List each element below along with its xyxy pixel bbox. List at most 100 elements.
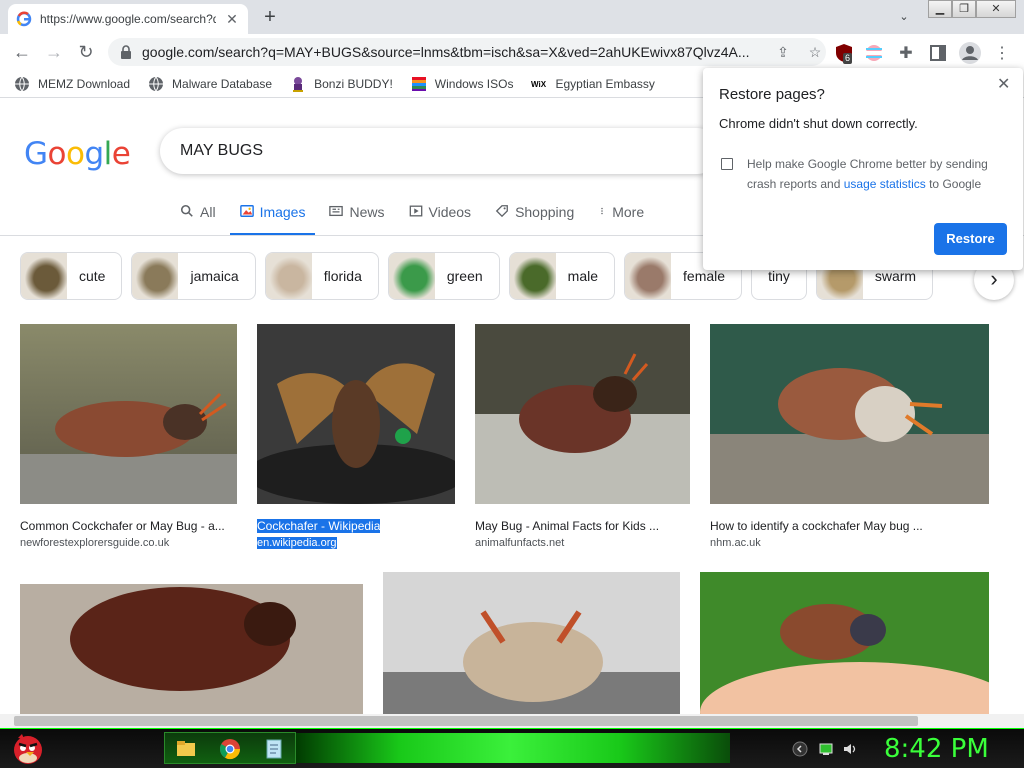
search-type-tabs: All Images News Videos Shopping More — [180, 196, 644, 236]
bonzi-icon — [290, 76, 306, 92]
file-explorer-taskbar-icon[interactable] — [172, 736, 200, 762]
chrome-taskbar-icon[interactable] — [216, 736, 244, 762]
chip-label: green — [446, 268, 483, 284]
logo-letter: G — [24, 136, 48, 172]
play-icon — [409, 204, 423, 221]
result-thumbnail[interactable] — [20, 584, 363, 714]
tab-label: News — [349, 204, 385, 220]
bookmark-item[interactable]: Malware Database — [148, 76, 272, 92]
bookmark-item[interactable]: WiX Egyptian Embassy — [531, 76, 654, 92]
network-tray-icon[interactable] — [818, 741, 834, 757]
dialog-close-icon[interactable]: ✕ — [997, 74, 1010, 94]
image-result[interactable]: Common Cockchafer or May Bug - a... newf… — [20, 324, 237, 549]
result-source[interactable]: newforestexplorersguide.co.uk — [20, 537, 237, 549]
new-tab-button[interactable]: + — [258, 6, 282, 30]
chip-thumbnail — [265, 253, 312, 299]
windows-flag-icon — [411, 76, 427, 92]
flag-extension-icon[interactable] — [864, 43, 884, 63]
chip-florida[interactable]: florida — [264, 252, 379, 300]
wix-icon: WiX — [531, 76, 547, 92]
result-source[interactable]: en.wikipedia.org — [257, 537, 455, 549]
chip-label: cute — [79, 268, 106, 284]
back-button[interactable]: ← — [10, 40, 34, 64]
minimize-button[interactable]: ▁ — [928, 0, 952, 18]
image-result[interactable]: How to identify a cockchafer May bug ...… — [710, 324, 989, 549]
tab-label: Images — [259, 204, 306, 220]
result-title[interactable]: Cockchafer - Wikipedia — [257, 519, 455, 533]
result-source[interactable]: animalfunfacts.net — [475, 537, 690, 549]
forward-button[interactable]: → — [42, 40, 66, 64]
tab-label: More — [612, 204, 645, 220]
bookmark-item[interactable]: Windows ISOs — [411, 76, 513, 92]
ublock-extension-icon[interactable]: 6 — [834, 43, 854, 64]
taskbar-clock[interactable]: 8:42 PM — [884, 734, 989, 764]
restore-button[interactable]: Restore — [934, 223, 1007, 255]
chip-green[interactable]: green — [387, 252, 500, 300]
tab-search-button[interactable]: ⌄ — [894, 8, 914, 26]
chrome-menu-kebab-icon[interactable]: ⋮ — [992, 43, 1012, 63]
image-result[interactable] — [700, 572, 1020, 762]
volume-tray-icon[interactable] — [842, 741, 858, 757]
share-icon[interactable]: ⇪ — [772, 44, 794, 61]
bookmark-label: Malware Database — [172, 76, 273, 91]
tab-shopping[interactable]: Shopping — [495, 196, 574, 236]
taskbar-glow — [290, 733, 730, 763]
result-thumbnail[interactable] — [246, 324, 466, 504]
start-button[interactable] — [6, 730, 46, 766]
google-logo[interactable]: Google — [24, 136, 131, 172]
image-result[interactable] — [20, 584, 363, 719]
tab-news[interactable]: News — [329, 196, 385, 236]
chip-label: florida — [323, 268, 362, 284]
image-result[interactable]: Cockchafer - Wikipedia en.wikipedia.org — [246, 324, 466, 549]
result-thumbnail[interactable] — [710, 324, 989, 504]
tab-label: Videos — [428, 204, 472, 220]
close-window-button[interactable]: ✕ — [976, 0, 1016, 18]
image-result[interactable] — [383, 572, 680, 719]
chip-jamaica[interactable]: jamaica — [131, 252, 256, 300]
tab-images[interactable]: Images — [229, 196, 316, 236]
restore-pages-dialog: Restore pages? Chrome didn't shut down c… — [703, 68, 1023, 270]
result-thumbnail[interactable] — [383, 572, 680, 714]
chip-cute[interactable]: cute — [20, 252, 123, 300]
tab-videos[interactable]: Videos — [409, 196, 472, 236]
tab-close-icon[interactable]: ✕ — [224, 11, 240, 28]
lock-icon — [121, 45, 131, 59]
bookmark-item[interactable]: MEMZ Download — [14, 76, 130, 92]
svg-text:WiX: WiX — [531, 80, 547, 89]
extensions-puzzle-icon[interactable]: ✚ — [896, 43, 916, 63]
url-text: google.com/search?q=MAY+BUGS&source=lnms… — [142, 44, 750, 60]
result-title[interactable]: Common Cockchafer or May Bug - a... — [20, 519, 237, 533]
profile-avatar-icon[interactable] — [958, 41, 982, 65]
result-title[interactable]: How to identify a cockchafer May bug ... — [710, 519, 989, 533]
search-input[interactable]: MAY BUGS — [160, 128, 720, 174]
result-source[interactable]: nhm.ac.uk — [710, 537, 989, 549]
logo-letter: o — [66, 136, 85, 172]
crash-report-checkbox[interactable] — [721, 158, 733, 170]
bookmark-item[interactable]: Bonzi BUDDY! — [290, 76, 393, 92]
scrollbar-thumb[interactable] — [14, 716, 918, 726]
bookmark-star-icon[interactable]: ☆ — [804, 44, 826, 61]
logo-letter: o — [47, 136, 67, 172]
result-thumbnail[interactable] — [20, 324, 237, 504]
restore-window-button[interactable]: ❐ — [952, 0, 976, 18]
notepad-taskbar-icon[interactable] — [260, 736, 288, 762]
side-panel-icon[interactable] — [928, 43, 948, 63]
globe-icon — [148, 76, 164, 92]
result-thumbnail[interactable] — [475, 324, 690, 504]
chip-label: tiny — [768, 268, 790, 284]
tab-all[interactable]: All — [180, 196, 216, 236]
tab-more[interactable]: More — [598, 196, 644, 236]
usage-statistics-link[interactable]: usage statistics — [844, 177, 926, 191]
chip-label: female — [683, 268, 726, 284]
reload-button[interactable]: ↻ — [74, 40, 98, 64]
chip-male[interactable]: male — [508, 252, 616, 300]
browser-tab[interactable]: https://www.google.com/search?q=MAY+BUGS… — [8, 4, 248, 34]
search-query-text: MAY BUGS — [180, 142, 263, 159]
address-bar[interactable]: google.com/search?q=MAY+BUGS&source=lnms… — [108, 38, 826, 66]
result-title[interactable]: May Bug - Animal Facts for Kids ... — [475, 519, 690, 533]
image-result[interactable]: May Bug - Animal Facts for Kids ... anim… — [475, 324, 690, 549]
logo-letter: e — [111, 136, 131, 172]
tray-chevron-icon[interactable] — [792, 741, 808, 757]
result-thumbnail[interactable] — [700, 572, 1020, 762]
bookmark-label: Bonzi BUDDY! — [314, 76, 393, 91]
